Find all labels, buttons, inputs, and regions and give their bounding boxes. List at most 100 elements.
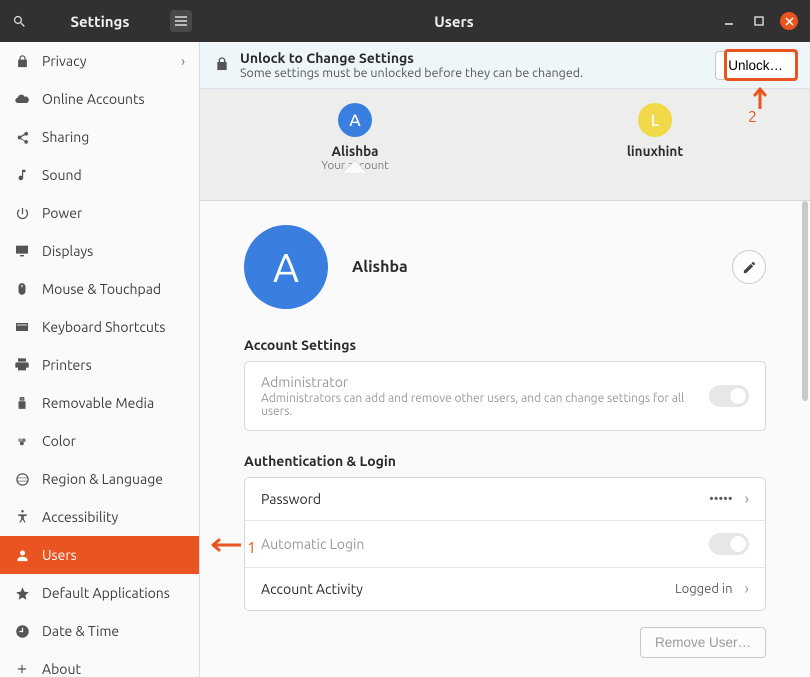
scrollbar-thumb[interactable] — [802, 201, 808, 401]
account-activity-row[interactable]: Account Activity Logged in › — [245, 567, 765, 610]
maximize-button[interactable] — [750, 12, 768, 30]
sidebar-item-power[interactable]: Power — [0, 194, 199, 232]
mouse-icon — [14, 281, 30, 297]
user-detail-panel: A Alishba Account Settings Administrator… — [200, 201, 810, 677]
sidebar-item-label: Displays — [42, 243, 93, 259]
pencil-icon — [742, 260, 757, 275]
close-icon — [785, 17, 794, 26]
sidebar-item-printers[interactable]: Printers — [0, 346, 199, 384]
sidebar-item-about[interactable]: About — [0, 650, 199, 677]
sidebar-item-users[interactable]: Users — [0, 536, 199, 574]
content: Unlock to Change Settings Some settings … — [200, 42, 810, 677]
sidebar-item-label: Sound — [42, 167, 82, 183]
active-tab-indicator — [343, 161, 367, 173]
sidebar-item-label: Region & Language — [42, 471, 163, 487]
chevron-right-icon: › — [181, 53, 185, 69]
administrator-toggle — [709, 385, 749, 407]
sidebar-item-keyboard-shortcuts[interactable]: Keyboard Shortcuts — [0, 308, 199, 346]
sidebar-item-label: Sharing — [42, 129, 89, 145]
accessibility-icon — [14, 509, 30, 525]
sidebar-title: Settings — [38, 13, 162, 30]
search-icon — [12, 14, 27, 29]
avatar-large: A — [244, 225, 328, 309]
sidebar-item-label: Keyboard Shortcuts — [42, 319, 165, 335]
remove-user-button[interactable]: Remove User… — [640, 627, 766, 658]
avatar: L — [638, 103, 672, 137]
close-button[interactable] — [780, 12, 798, 30]
account-activity-value: Logged in — [675, 582, 733, 596]
automatic-login-toggle — [709, 533, 749, 555]
administrator-label: Administrator — [261, 374, 697, 390]
star-icon — [14, 585, 30, 601]
sidebar-item-label: Accessibility — [42, 509, 118, 525]
sidebar-item-default-applications[interactable]: Default Applications — [0, 574, 199, 612]
sidebar-item-label: Removable Media — [42, 395, 154, 411]
sidebar: Privacy › Online Accounts Sharing Sound Power… — [0, 42, 200, 677]
automatic-login-label: Automatic Login — [261, 536, 697, 552]
printer-icon — [14, 357, 30, 373]
keyboard-icon — [14, 319, 30, 335]
administrator-row: Administrator Administrators can add and… — [245, 362, 765, 430]
sidebar-item-displays[interactable]: Displays — [0, 232, 199, 270]
user-tab-alishba[interactable]: AAlishbaYour account — [295, 103, 415, 172]
account-settings-card: Administrator Administrators can add and… — [244, 361, 766, 431]
sidebar-item-color[interactable]: Color — [0, 422, 199, 460]
sidebar-item-label: Mouse & Touchpad — [42, 281, 161, 297]
sidebar-item-sound[interactable]: Sound — [0, 156, 199, 194]
avatar: A — [338, 103, 372, 137]
lock-icon — [214, 56, 230, 75]
minimize-icon — [724, 16, 734, 26]
sidebar-item-online-accounts[interactable]: Online Accounts — [0, 80, 199, 118]
user-name: Alishba — [352, 258, 708, 276]
sidebar-item-label: Printers — [42, 357, 92, 373]
sidebar-item-label: Default Applications — [42, 585, 170, 601]
globe-icon — [14, 471, 30, 487]
annotation-label-1: 1 — [247, 539, 256, 557]
password-label: Password — [261, 491, 697, 507]
auth-login-card: Password ••••• › Automatic Login Account… — [244, 477, 766, 611]
user-tab-name: linuxhint — [627, 143, 683, 159]
sidebar-item-privacy[interactable]: Privacy › — [0, 42, 199, 80]
sidebar-item-removable-media[interactable]: Removable Media — [0, 384, 199, 422]
sidebar-item-label: Users — [42, 547, 77, 563]
sidebar-item-label: Color — [42, 433, 76, 449]
password-row[interactable]: Password ••••• › — [245, 478, 765, 520]
user-tab-linuxhint[interactable]: Llinuxhint — [595, 103, 715, 159]
annotation-label-2: 2 — [748, 108, 757, 126]
banner-subtitle: Some settings must be unlocked before th… — [240, 66, 705, 80]
user-tab-name: Alishba — [331, 143, 378, 159]
hamburger-button[interactable] — [162, 0, 200, 42]
color-icon — [14, 433, 30, 449]
share-icon — [14, 129, 30, 145]
plus-icon — [14, 661, 30, 677]
sidebar-item-sharing[interactable]: Sharing — [0, 118, 199, 156]
clock-icon — [14, 623, 30, 639]
minimize-button[interactable] — [720, 12, 738, 30]
users-strip: AAlishbaYour accountLlinuxhint — [200, 89, 810, 201]
sidebar-item-label: About — [42, 661, 81, 677]
usb-icon — [14, 395, 30, 411]
hamburger-icon — [175, 16, 187, 26]
lock-icon — [14, 53, 30, 69]
sidebar-item-label: Privacy — [42, 53, 86, 69]
edit-name-button[interactable] — [732, 250, 766, 284]
display-icon — [14, 243, 30, 259]
users-icon — [14, 547, 30, 563]
maximize-icon — [754, 16, 764, 26]
automatic-login-row: Automatic Login — [245, 520, 765, 567]
page-title: Users — [200, 13, 708, 30]
titlebar: Settings Users — [0, 0, 810, 42]
sidebar-item-label: Online Accounts — [42, 91, 145, 107]
sidebar-item-accessibility[interactable]: Accessibility — [0, 498, 199, 536]
sidebar-item-mouse-touchpad[interactable]: Mouse & Touchpad — [0, 270, 199, 308]
search-button[interactable] — [0, 0, 38, 42]
sidebar-item-region-language[interactable]: Region & Language — [0, 460, 199, 498]
music-icon — [14, 167, 30, 183]
account-settings-title: Account Settings — [244, 337, 766, 353]
sidebar-item-date-time[interactable]: Date & Time — [0, 612, 199, 650]
banner-title: Unlock to Change Settings — [240, 50, 705, 66]
scrollbar[interactable] — [802, 201, 808, 677]
power-icon — [14, 205, 30, 221]
cloud-icon — [14, 91, 30, 107]
sidebar-item-label: Power — [42, 205, 82, 221]
